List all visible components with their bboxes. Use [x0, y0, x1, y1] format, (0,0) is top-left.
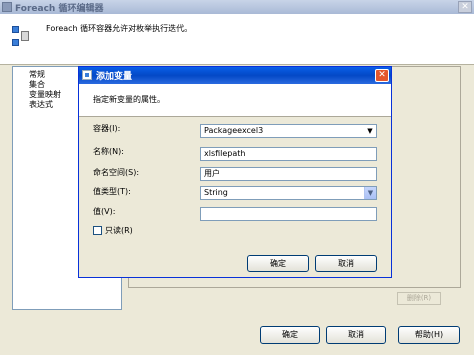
value-type-select[interactable]: String ▼ — [200, 186, 377, 200]
outer-ok-button[interactable]: 确定 — [260, 326, 320, 344]
outer-close-button[interactable]: ✕ — [458, 1, 472, 13]
chevron-down-icon[interactable]: ▼ — [364, 187, 376, 199]
value-type-label: 值类型(T): — [93, 187, 131, 196]
add-variable-dialog: 添加变量 ✕ 指定新变量的属性。 容器(I): Packageexcel3 ▼ … — [78, 66, 392, 278]
chevron-down-icon[interactable]: ▼ — [364, 125, 376, 137]
outer-window-title: Foreach 循环编辑器 — [15, 4, 104, 14]
dialog-ok-button[interactable]: 确定 — [247, 255, 309, 272]
dialog-icon — [82, 70, 92, 80]
value-type-value: String — [204, 188, 228, 197]
outer-description: Foreach 循环容器允许对枚举执行迭代。 — [46, 24, 193, 33]
foreach-loop-icon — [12, 26, 30, 48]
container-select[interactable]: Packageexcel3 ▼ — [200, 124, 377, 138]
app-icon — [2, 2, 12, 12]
nav-item-expressions[interactable]: 表达式 — [29, 99, 53, 110]
outer-help-button[interactable]: 帮助(H) — [398, 326, 460, 344]
readonly-checkbox[interactable] — [93, 226, 102, 235]
outer-title-bar: Foreach 循环编辑器 ✕ — [0, 0, 474, 14]
namespace-label: 命名空间(S): — [93, 168, 140, 177]
container-label: 容器(I): — [93, 124, 121, 133]
dialog-header: 指定新变量的属性。 — [79, 84, 391, 116]
dialog-cancel-button[interactable]: 取消 — [315, 255, 377, 272]
dialog-divider — [79, 116, 391, 117]
dialog-title-bar: 添加变量 ✕ — [79, 67, 391, 84]
header-divider — [0, 64, 474, 65]
dialog-header-text: 指定新变量的属性。 — [93, 95, 165, 104]
container-value: Packageexcel3 — [204, 126, 264, 135]
name-input[interactable]: xlsfilepath — [200, 147, 377, 161]
name-label: 名称(N): — [93, 147, 124, 156]
outer-header: Foreach 循环容器允许对枚举执行迭代。 — [0, 14, 474, 64]
dialog-title: 添加变量 — [96, 72, 133, 82]
namespace-input[interactable]: 用户 — [200, 167, 377, 181]
value-label: 值(V): — [93, 207, 116, 216]
remove-button[interactable]: 删除(R) — [397, 292, 441, 305]
value-input[interactable] — [200, 207, 377, 221]
outer-cancel-button[interactable]: 取消 — [326, 326, 386, 344]
dialog-close-button[interactable]: ✕ — [375, 69, 389, 82]
readonly-label[interactable]: 只读(R) — [105, 225, 133, 236]
